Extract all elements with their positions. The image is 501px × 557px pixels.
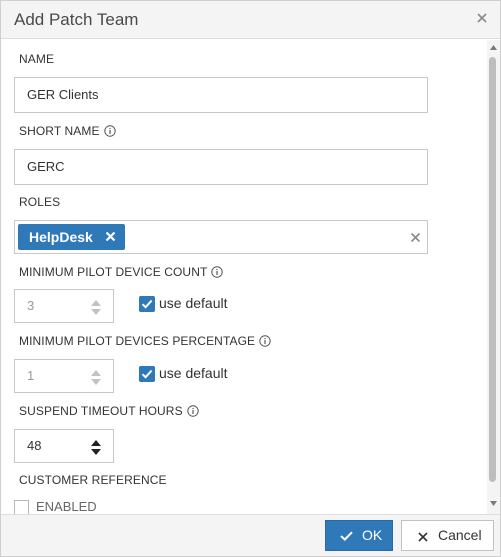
info-icon[interactable] [211, 266, 224, 278]
min-pilot-percentage-label: MINIMUM PILOT DEVICES PERCENTAGE [19, 334, 271, 348]
decrement-icon[interactable] [91, 379, 101, 386]
increment-icon[interactable] [91, 439, 101, 446]
suspend-timeout-label-text: SUSPEND TIMEOUT HOURS [19, 404, 183, 418]
decrement-icon[interactable] [91, 309, 101, 316]
decrement-icon[interactable] [91, 449, 101, 456]
suspend-timeout-label: SUSPEND TIMEOUT HOURS [19, 404, 199, 418]
customer-reference-label: CUSTOMER REFERENCE [19, 473, 167, 487]
ok-button[interactable]: OK [325, 520, 393, 551]
info-icon[interactable] [259, 335, 271, 347]
role-chip: HelpDesk [18, 224, 125, 250]
enabled-label: ENABLED [36, 499, 97, 514]
close-icon[interactable] [475, 11, 489, 25]
ok-button-label: OK [362, 527, 383, 543]
scroll-down-icon[interactable] [490, 501, 497, 506]
short-name-label: SHORT NAME [19, 124, 116, 138]
min-pilot-percentage-label-text: MINIMUM PILOT DEVICES PERCENTAGE [19, 334, 256, 348]
role-chip-label: HelpDesk [29, 229, 93, 245]
increment-icon[interactable] [91, 299, 101, 306]
dialog-titlebar: Add Patch Team [1, 1, 500, 39]
dialog-title: Add Patch Team [14, 10, 139, 29]
min-pilot-count-label: MINIMUM PILOT DEVICE COUNT [19, 265, 224, 279]
check-icon [340, 531, 353, 541]
cancel-button-label: Cancel [438, 527, 482, 543]
info-icon[interactable] [186, 405, 199, 417]
scroll-up-icon[interactable] [490, 45, 497, 50]
scroll-thumb[interactable] [489, 57, 496, 482]
suspend-timeout-value: 48 [27, 438, 42, 453]
remove-icon[interactable] [105, 231, 116, 242]
roles-select[interactable]: HelpDesk [14, 220, 428, 254]
increment-icon[interactable] [91, 369, 101, 376]
dialog-footer: OK Cancel [1, 514, 500, 556]
add-patch-team-dialog: Add Patch Team NAME GER Clients SHORT NA… [0, 0, 501, 557]
suspend-timeout-stepper[interactable]: 48 [14, 429, 114, 463]
cancel-button[interactable]: Cancel [401, 520, 494, 551]
close-icon [418, 532, 428, 542]
short-name-label-text: SHORT NAME [19, 124, 100, 138]
name-input[interactable]: GER Clients [14, 77, 428, 113]
info-icon[interactable] [103, 125, 116, 137]
name-label: NAME [19, 52, 55, 66]
roles-label: ROLES [19, 195, 61, 209]
clear-icon[interactable] [410, 232, 421, 243]
min-pilot-count-label-text: MINIMUM PILOT DEVICE COUNT [19, 265, 208, 279]
use-default-label: use default [159, 295, 228, 311]
checkbox-checked-icon[interactable] [139, 296, 155, 312]
checkbox-checked-icon[interactable] [139, 366, 155, 382]
min-pilot-percentage-stepper[interactable]: 1 [14, 359, 114, 393]
use-default-label: use default [159, 365, 228, 381]
scrollbar[interactable] [487, 40, 500, 514]
min-pilot-count-value: 3 [27, 298, 35, 313]
short-name-input[interactable]: GERC [14, 149, 428, 185]
min-pilot-percentage-value: 1 [27, 368, 35, 383]
min-pilot-count-stepper[interactable]: 3 [14, 289, 114, 323]
dialog-content: NAME GER Clients SHORT NAME GERC ROLES H… [1, 40, 487, 514]
checkbox-unchecked-icon[interactable] [14, 500, 29, 514]
